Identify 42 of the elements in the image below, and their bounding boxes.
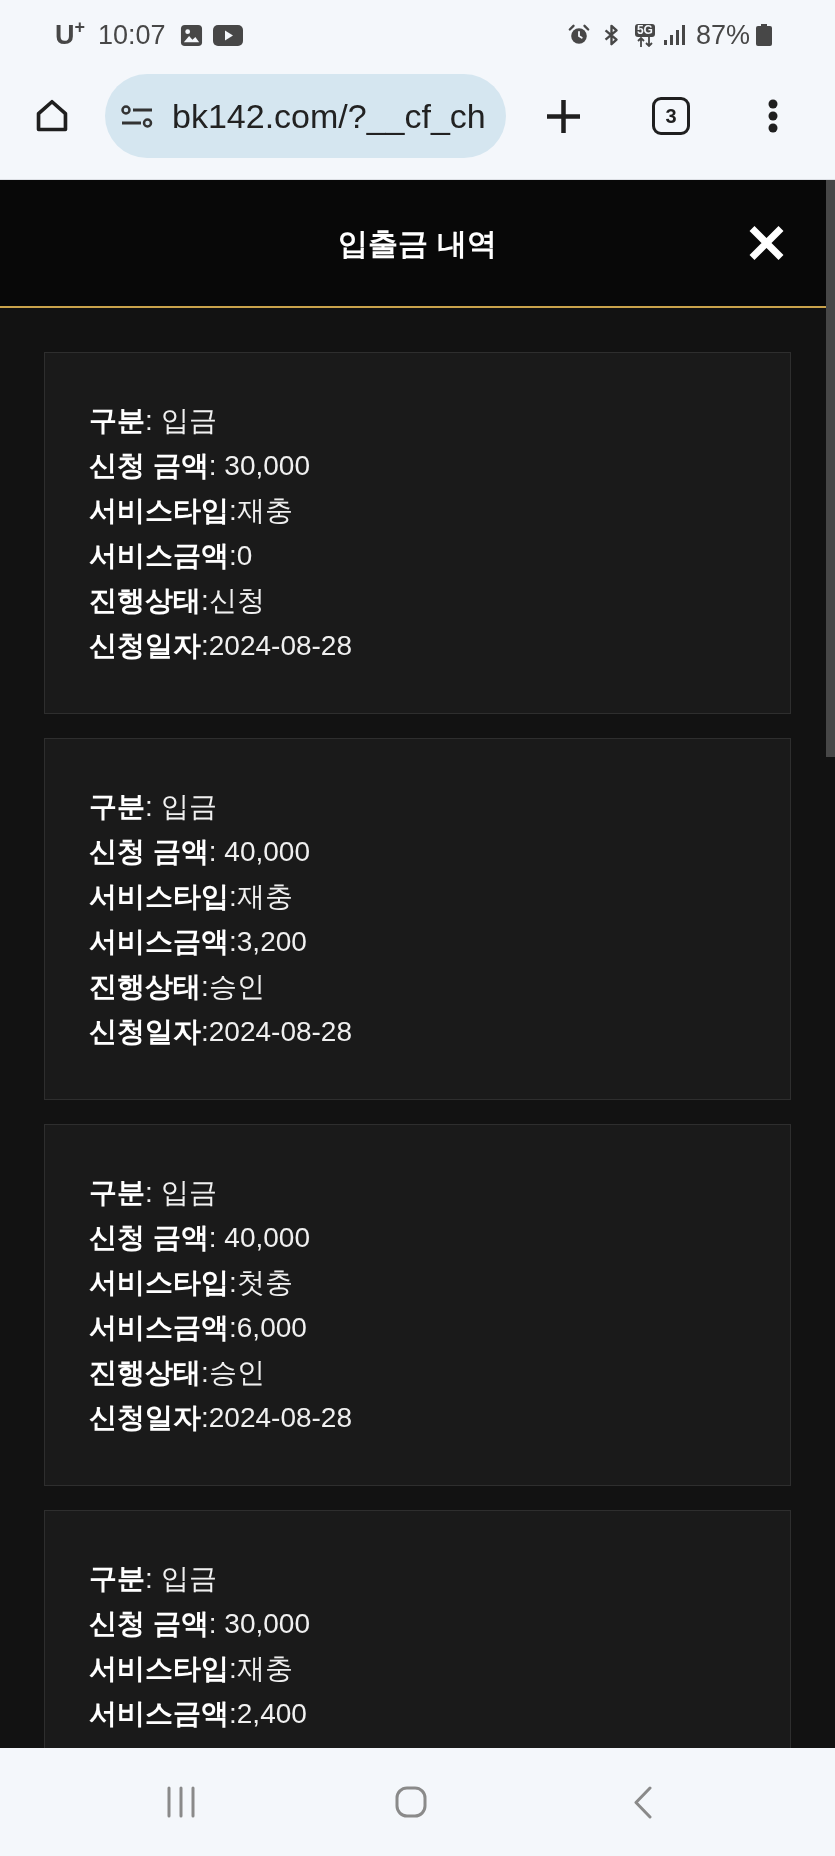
record-field-line: 서비스타입:재충 [89, 494, 294, 528]
record-field-line: 신청 금액: 40,000 [89, 1221, 311, 1255]
record-field-line: 신청일자:2024-08-28 [89, 1015, 353, 1049]
record-field-line: 진행상태:신청 [89, 584, 266, 618]
play-icon [212, 24, 243, 46]
record-field-line: 구분: 입금 [89, 790, 218, 824]
more-menu-icon[interactable] [766, 99, 780, 133]
record-field-line: 서비스금액:6,000 [89, 1311, 308, 1345]
record-field-line: 서비스금액:0 [89, 539, 254, 573]
home-button-icon[interactable] [395, 1786, 427, 1818]
clock-time: 10:07 [98, 21, 166, 49]
url-text[interactable]: bk142.com/?__cf_ch [172, 99, 486, 133]
record-field-line: 신청일자:2024-08-28 [89, 1401, 353, 1435]
carrier-label: U$^{+}$ [55, 21, 85, 49]
signal-icon [663, 25, 685, 45]
record-field-line: 서비스타입:첫충 [89, 1266, 294, 1300]
record-field-line: 서비스금액:2,400 [89, 1697, 308, 1731]
modal-title: 입출금 내역 [338, 225, 497, 262]
record-field-line: 서비스타입:재충 [89, 880, 294, 914]
battery-icon [756, 24, 772, 46]
record-field-line: 구분: 입금 [89, 404, 218, 438]
record-field-line: 진행상태:승인 [89, 1356, 266, 1390]
back-icon[interactable] [633, 1785, 653, 1819]
record-field-line: 서비스금액:3,200 [89, 925, 308, 959]
recent-apps-icon[interactable] [166, 1786, 196, 1818]
plus-icon[interactable] [545, 97, 582, 135]
record-field-line: 진행상태:승인 [89, 970, 266, 1004]
record-field-line: 신청 금액: 40,000 [89, 835, 311, 869]
record-field-line: 신청일자:2024-08-28 [89, 629, 353, 663]
tab-switcher-button[interactable]: 3 [652, 97, 690, 135]
site-settings-icon[interactable] [121, 104, 153, 128]
network-type-label: 5G [634, 23, 655, 37]
record-field-line: 서비스타입:재충 [89, 1652, 294, 1686]
record-field-line: 구분: 입금 [89, 1176, 218, 1210]
record-field-line: 신청 금액: 30,000 [89, 449, 311, 483]
close-icon[interactable] [747, 224, 786, 262]
alarm-icon [567, 24, 590, 46]
address-bar[interactable]: bk142.com/?__cf_ch [105, 74, 506, 158]
gallery-icon [179, 23, 203, 47]
battery-percent: 87% [695, 21, 750, 49]
record-field-line: 신청 금액: 30,000 [89, 1607, 311, 1641]
record-field-line: 구분: 입금 [89, 1562, 218, 1596]
